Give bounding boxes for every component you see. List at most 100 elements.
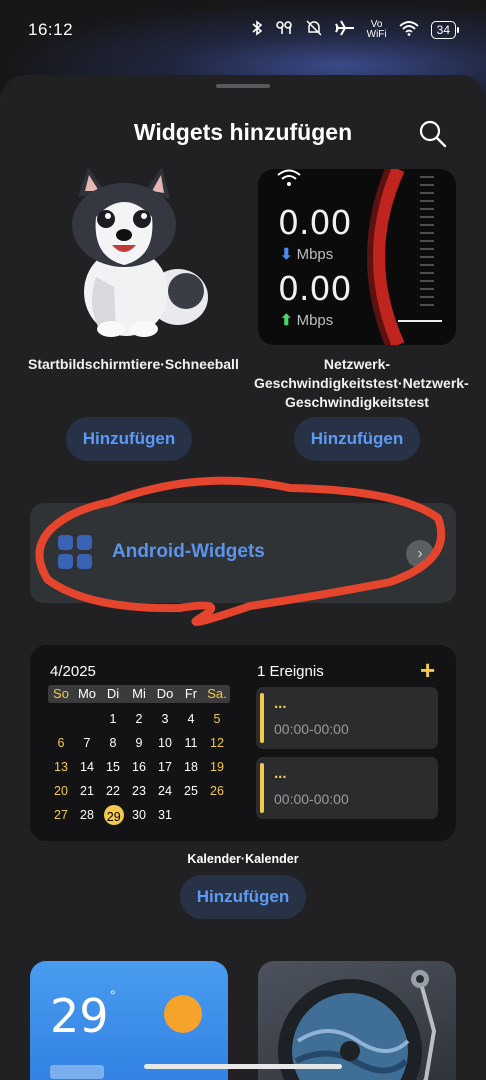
weekday-label: Fr [184,686,198,701]
battery-indicator: 34 [430,21,460,39]
weekday-label: Sa. [207,686,227,701]
sheet-title: Widgets hinzufügen [133,119,353,145]
calendar-month: 4/2025 [50,663,96,680]
search-icon[interactable] [416,117,450,151]
weather-placeholder-bar [50,1065,104,1079]
calendar-day: 24 [158,784,172,798]
android-widgets-label: Android-Widgets [112,541,265,562]
upload-unit: ⬆ Mbps [280,311,334,330]
download-arrow-icon: ⬇ [280,246,293,263]
wifi-icon [399,20,419,40]
calendar-day: 19 [210,760,224,774]
calendar-day: 21 [80,784,94,798]
add-widgets-sheet: Widgets hinzufügen Startbildschirmtiere·… [0,75,486,1080]
calendar-day: 9 [135,736,143,750]
weekday-label: So [53,686,69,701]
download-unit: ⬇ Mbps [280,245,334,264]
calendar-day: 7 [83,736,91,750]
sun-icon [164,995,202,1033]
calendar-widget-preview[interactable]: 4/2025 So Mo Di Mi Do Fr Sa. 1 2 3 4 5 6… [30,645,456,841]
calendar-day: 20 [54,784,68,798]
upload-arrow-icon: ⬆ [280,312,293,329]
calendar-week: 1 2 3 4 5 [48,707,230,731]
chevron-right-icon: › [406,540,434,568]
speed-gauge-graphic [367,169,442,345]
calendar-day: 14 [80,760,94,774]
upload-value: 0.00 [278,269,352,308]
add-husky-widget-button[interactable]: Hinzufügen [66,417,192,461]
widget-caption-calendar: Kalender·Kalender [187,852,299,866]
airplane-icon [334,19,355,41]
calendar-day [74,707,100,731]
events-count: 1 Ereignis [257,663,324,680]
status-bar: 16:12 Vo WiFi 34 [0,0,486,60]
calendar-day: 15 [106,760,120,774]
calendar-week: 20 21 22 23 24 25 26 [48,779,230,803]
wifi-icon [276,169,302,194]
calendar-day: 30 [132,808,146,822]
mute-bell-icon [305,19,323,41]
calendar-day: 11 [184,736,198,750]
calendar-day [204,803,230,827]
calendar-day: 31 [158,808,172,822]
calendar-day: 3 [161,712,169,726]
event-time: 00:00-00:00 [274,721,349,737]
calendar-day: 17 [158,760,172,774]
calendar-day: 5 [213,712,221,726]
calendar-day: 25 [184,784,198,798]
sheet-drag-handle[interactable] [216,84,270,88]
weather-degree-symbol: ° [110,987,116,1003]
calendar-day: 28 [80,808,94,822]
vowifi-indicator: Vo WiFi [366,19,387,40]
calendar-week: 27 28 29 30 31 [48,803,230,827]
status-icons: Vo WiFi 34 [251,19,460,41]
weekday-label: Mi [132,686,146,701]
download-value: 0.00 [278,203,352,242]
weekday-label: Do [156,686,174,701]
widget-grid-icon [58,535,92,569]
music-widget-preview[interactable] [258,961,456,1080]
calendar-grid: 1 2 3 4 5 6 7 8 9 10 11 12 13 14 15 16 1… [48,707,230,827]
calendar-day: 18 [184,760,198,774]
calendar-day: 23 [132,784,146,798]
weekday-label: Di [106,686,120,701]
earbuds-icon [275,20,293,40]
home-indicator[interactable] [144,1064,342,1069]
speed-test-widget-preview[interactable]: 0.00 ⬇ Mbps 0.00 ⬆ Mbps [258,169,456,345]
weather-temperature: 29 [50,989,109,1043]
calendar-day [48,707,74,731]
calendar-day: 10 [158,736,172,750]
calendar-day-today: 29 [100,803,126,827]
weather-widget-preview[interactable]: 29 ° [30,961,228,1080]
calendar-day: 8 [109,736,117,750]
android-widgets-row[interactable]: Android-Widgets › [30,503,456,603]
add-calendar-widget-button[interactable]: Hinzufügen [180,875,306,919]
calendar-day [178,803,204,827]
calendar-day: 13 [54,760,68,774]
calendar-day: 6 [57,736,65,750]
event-item[interactable]: ... 00:00-00:00 [256,687,438,749]
event-title: ... [274,695,287,712]
calendar-day: 4 [187,712,195,726]
add-event-icon[interactable]: + [420,655,435,686]
calendar-day: 2 [135,712,143,726]
status-time: 16:12 [28,20,74,39]
calendar-day: 26 [210,784,224,798]
calendar-week: 6 7 8 9 10 11 12 [48,731,230,755]
calendar-day: 22 [106,784,120,798]
bluetooth-icon [251,20,263,40]
event-time: 00:00-00:00 [274,791,349,807]
calendar-week: 13 14 15 16 17 18 19 [48,755,230,779]
calendar-day: 16 [132,760,146,774]
weekday-label: Mo [77,686,97,701]
calendar-day: 1 [109,712,117,726]
today-highlight: 29 [103,805,124,825]
add-speed-test-widget-button[interactable]: Hinzufügen [294,417,420,461]
calendar-weekday-header: So Mo Di Mi Do Fr Sa. [48,685,230,703]
vinyl-record-icon [278,970,437,1080]
calendar-day: 12 [210,736,224,750]
calendar-day: 27 [54,808,68,822]
widget-caption-husky: Startbildschirmtiere·Schneeball [28,356,239,372]
husky-widget-preview[interactable] [56,167,216,343]
event-item[interactable]: ... 00:00-00:00 [256,757,438,819]
